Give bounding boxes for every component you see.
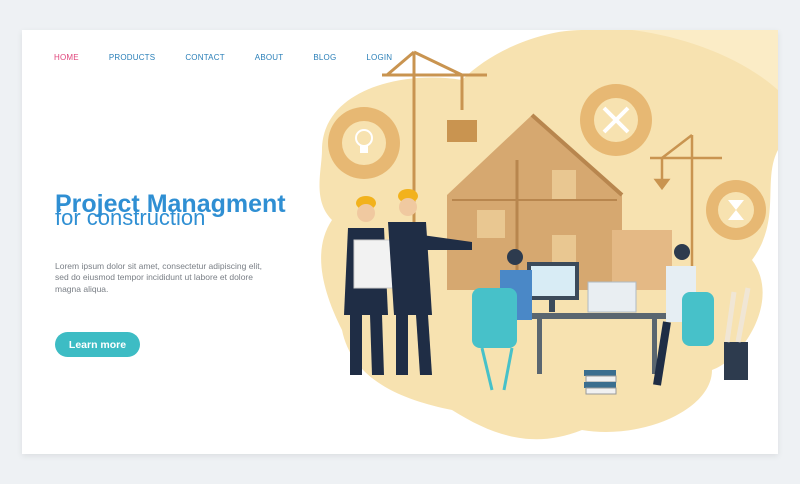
books-stack — [584, 370, 617, 395]
construction-illustration — [319, 30, 778, 440]
hero-description: Lorem ipsum dolor sit amet, consectetur … — [55, 260, 262, 294]
hero-subtitle: for construction — [55, 205, 206, 230]
hourglass-gear-icon — [706, 180, 766, 240]
landing-page: HOME PRODUCTS CONTACT ABOUT BLOG LOGIN P… — [22, 30, 778, 454]
learn-more-button[interactable]: Learn more — [55, 332, 140, 357]
tools-gear-icon — [580, 84, 652, 156]
lightbulb-gear-icon — [328, 107, 400, 179]
